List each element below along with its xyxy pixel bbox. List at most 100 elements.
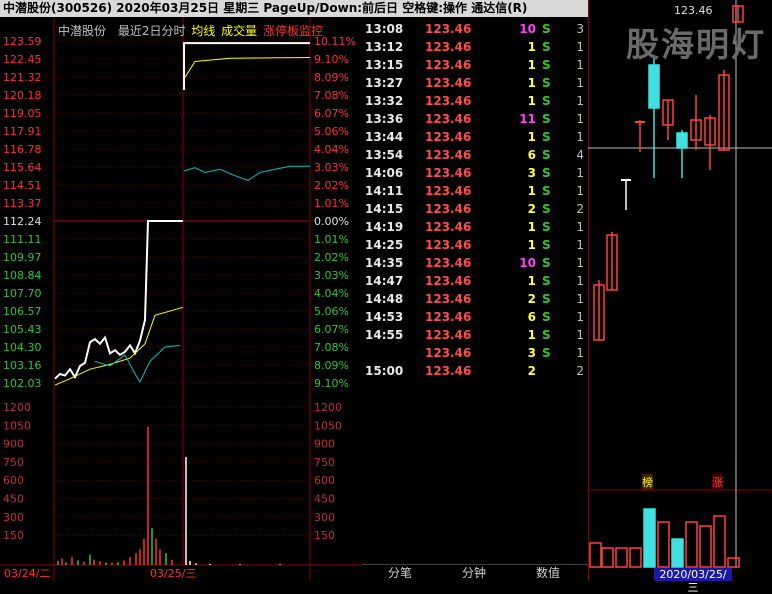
- trade-time: 14:11: [365, 184, 404, 198]
- trade-row: 13:08 123.46 10 S 3: [362, 20, 588, 38]
- legend-avg: 均线: [191, 24, 216, 38]
- trade-volume: 1: [527, 274, 536, 288]
- trade-volume: 1: [527, 184, 536, 198]
- price-tick-label: 117.91: [3, 125, 42, 138]
- trade-time: 15:00: [365, 364, 404, 378]
- trade-side: S: [542, 148, 551, 162]
- trade-row: 123.46 3 S 1: [362, 344, 588, 362]
- kline-svg[interactable]: [588, 0, 772, 581]
- trade-volume: 11: [519, 112, 536, 126]
- trade-count: 1: [576, 274, 584, 288]
- trade-time: 14:53: [365, 310, 404, 324]
- price-tick-label: 119.05: [3, 107, 42, 120]
- vol-tick-label: 1050: [3, 419, 31, 432]
- trade-volume: 1: [527, 238, 536, 252]
- vol-tick-label: 600: [3, 474, 24, 487]
- trade-volume: 1: [527, 220, 536, 234]
- trade-time: 13:12: [365, 40, 404, 54]
- trade-side: S: [542, 292, 551, 306]
- trade-row: 13:54 123.46 6 S 4: [362, 146, 588, 164]
- intraday-chart-panel[interactable]: 123.59 122.45 121.32 120.18 119.05 117.91 116.…: [0, 17, 362, 581]
- price-tick-label: 115.64: [3, 161, 42, 174]
- pct-tick-label: 4.04%: [314, 143, 349, 156]
- trade-side: S: [542, 184, 551, 198]
- trade-time: 14:15: [365, 202, 404, 216]
- trade-row: 14:53 123.46 6 S 1: [362, 308, 588, 326]
- trade-count: 1: [576, 166, 584, 180]
- trade-price: 123.46: [425, 274, 472, 288]
- vol-tick-label: 300: [3, 511, 24, 524]
- trade-detail-panel[interactable]: 13:08 123.46 10 S 3 13:12 123.46 1 S 1 13:15 123.46…: [362, 17, 588, 564]
- trade-time: 14:25: [365, 238, 404, 252]
- trade-volume: 6: [527, 148, 536, 162]
- trade-volume: 3: [527, 166, 536, 180]
- trade-price: 123.46: [425, 130, 472, 144]
- trade-row: 13:27 123.46 1 S 1: [362, 74, 588, 92]
- trade-price: 123.46: [425, 364, 472, 378]
- pct-tick-label: 9.10%: [314, 53, 349, 66]
- trade-count: 1: [576, 310, 584, 324]
- pct-tick-label: 0.00%: [314, 215, 349, 228]
- trade-volume: 10: [519, 22, 536, 36]
- window-title: 中潜股份(300526) 2020年03月25日 星期三 PageUp/Down…: [3, 1, 528, 15]
- tab-values[interactable]: 数值: [518, 565, 578, 582]
- tab-minutes[interactable]: 分钟: [444, 565, 504, 582]
- trade-side: S: [542, 94, 551, 108]
- price-tick-label: 112.24: [3, 215, 42, 228]
- price-tick-label: 109.97: [3, 251, 42, 264]
- vol-tick-label: 450: [3, 493, 24, 506]
- price-tick-label: 104.30: [3, 341, 42, 354]
- trade-price: 123.46: [425, 166, 472, 180]
- kline-panel[interactable]: 股海明灯 123.46 榜 涨 2020/03/25/三: [588, 0, 772, 594]
- trade-row: 14:19 123.46 1 S 1: [362, 218, 588, 236]
- vol-tick-label: 900: [3, 438, 24, 451]
- price-tick-label: 103.16: [3, 359, 42, 372]
- pct-tick-label: 5.06%: [314, 305, 349, 318]
- trade-side: S: [542, 40, 551, 54]
- trade-time: 13:27: [365, 76, 404, 90]
- trade-side: S: [542, 274, 551, 288]
- trade-count: 1: [576, 94, 584, 108]
- trade-time: 14:47: [365, 274, 404, 288]
- intraday-chart-svg[interactable]: 123.59 122.45 121.32 120.18 119.05 117.91 116.…: [0, 17, 362, 581]
- kline-date-label: 2020/03/25/三: [654, 568, 732, 594]
- date-label-1: 03/24/二: [4, 567, 51, 580]
- trade-side: S: [542, 76, 551, 90]
- trade-count: 1: [576, 130, 584, 144]
- pct-tick-label: 2.02%: [314, 251, 349, 264]
- price-tick-label: 122.45: [3, 53, 42, 66]
- trade-price: 123.46: [425, 310, 472, 324]
- vol-tick-label: 150: [3, 529, 24, 542]
- vol-tick-label: 600: [314, 474, 335, 487]
- price-tick-label: 120.18: [3, 89, 42, 102]
- trade-side: S: [542, 238, 551, 252]
- trade-price: 123.46: [425, 184, 472, 198]
- pct-tick-label: 9.10%: [314, 377, 349, 390]
- tag-rank: 榜: [642, 474, 653, 490]
- trade-count: 1: [576, 40, 584, 54]
- price-tick-label: 107.70: [3, 287, 42, 300]
- trade-count: 1: [576, 238, 584, 252]
- vol-tick-label: 1050: [314, 419, 342, 432]
- price-tick-label: 121.32: [3, 71, 42, 84]
- trade-count: 1: [576, 184, 584, 198]
- trade-price: 123.46: [425, 112, 472, 126]
- trade-volume: 2: [527, 202, 536, 216]
- trade-side: S: [542, 166, 551, 180]
- trade-time: 14:35: [365, 256, 404, 270]
- trade-time: 13:54: [365, 148, 404, 162]
- trade-time: 14:55: [365, 328, 404, 342]
- trade-count: 1: [576, 292, 584, 306]
- trade-time: 13:36: [365, 112, 404, 126]
- trade-volume: 2: [527, 364, 536, 378]
- pct-tick-label: 7.08%: [314, 89, 349, 102]
- price-tick-label: 106.57: [3, 305, 42, 318]
- trade-volume: 1: [527, 328, 536, 342]
- trade-time: 14:19: [365, 220, 404, 234]
- vol-tick-label: 1200: [314, 401, 342, 414]
- crosshair-price: 123.46: [674, 4, 713, 17]
- tab-trades[interactable]: 分笔: [370, 565, 430, 582]
- candle-body: [648, 64, 660, 109]
- trade-time: 13:15: [365, 58, 404, 72]
- legend-limit: 涨停板监控: [263, 24, 324, 38]
